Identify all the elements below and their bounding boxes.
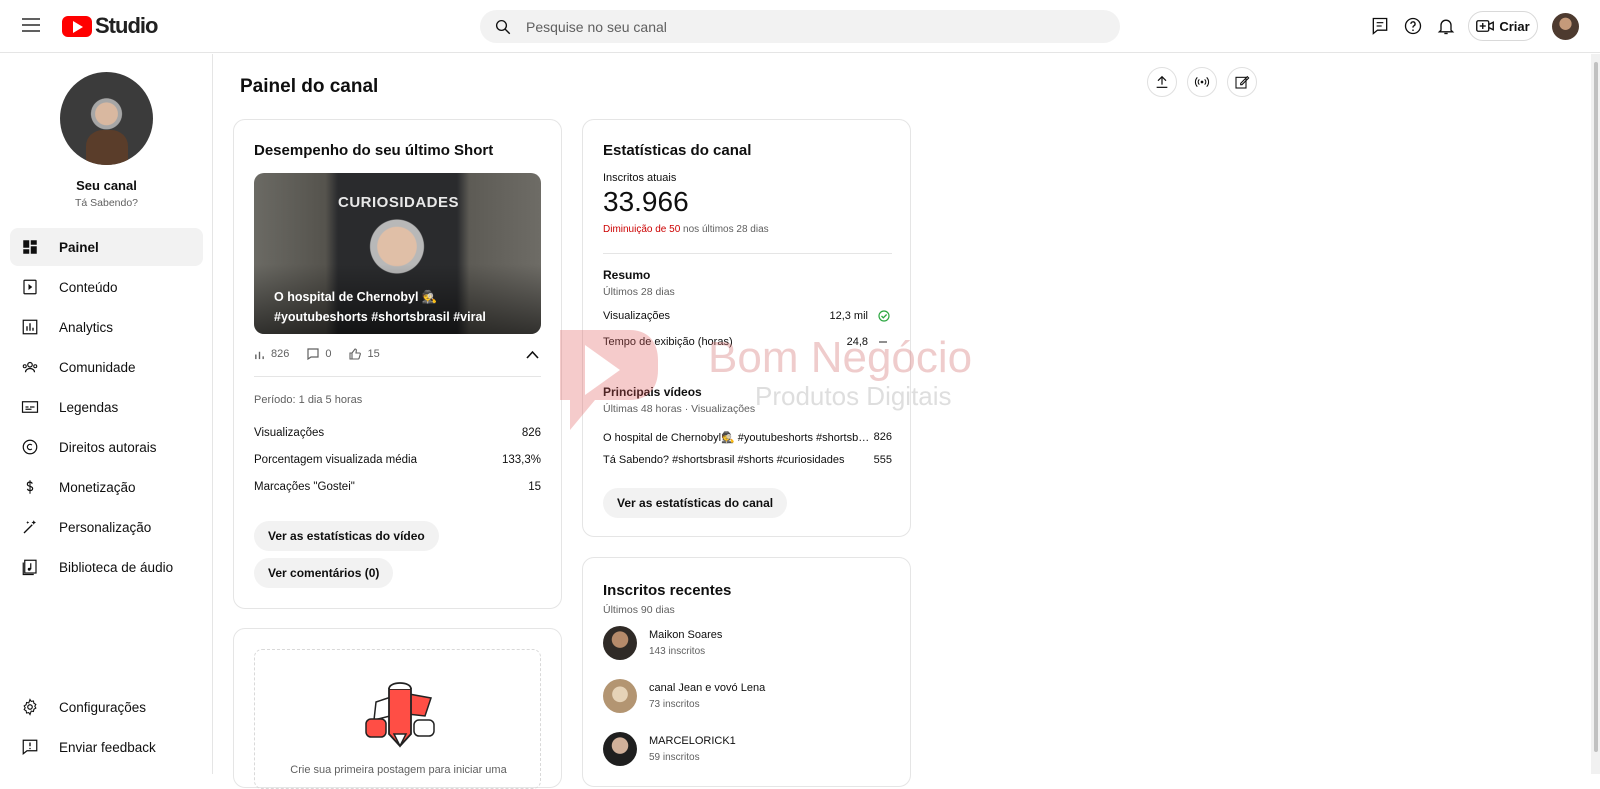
short-performance-card: Desempenho do seu último Short CURIOSIDA… <box>233 119 562 609</box>
top-videos-period: Últimas 48 horas · Visualizações <box>603 403 756 415</box>
sidebar-item-configuracoes[interactable]: Configurações <box>10 688 203 726</box>
check-circle-icon <box>878 310 890 322</box>
go-live-button[interactable] <box>1187 67 1217 97</box>
feedback-icon <box>22 739 38 755</box>
community-icon <box>22 361 38 373</box>
youtube-studio-logo[interactable]: Studio <box>62 13 158 39</box>
top-video-row[interactable]: O hospital de Chernobyl🕵️ #youtubeshorts… <box>603 427 892 447</box>
collapse-chevron-icon[interactable] <box>526 350 539 359</box>
help-icon[interactable] <box>1403 16 1423 36</box>
subs-value: 33.966 <box>603 186 689 217</box>
recent-subs-title: Inscritos recentes <box>603 582 732 599</box>
card-divider <box>254 376 541 377</box>
subtitles-icon <box>21 401 39 413</box>
sidebar-item-conteudo[interactable]: Conteúdo <box>10 268 203 306</box>
notifications-icon[interactable] <box>1436 16 1456 36</box>
subs-change: Diminuição de 50 nos últimos 28 dias <box>603 224 769 235</box>
short-card-title: Desempenho do seu último Short <box>254 142 494 159</box>
account-avatar[interactable] <box>1552 13 1579 40</box>
top-bar: Studio Criar <box>0 0 1600 53</box>
comment-icon <box>307 348 319 360</box>
likes-stat: 15 <box>349 348 380 360</box>
sidebar-item-legendas[interactable]: Legendas <box>10 388 203 426</box>
short-metric-row: Porcentagem visualizada média 133,3% <box>254 454 541 466</box>
sidebar-item-analytics[interactable]: Analytics <box>10 308 203 346</box>
summary-period: Últimos 28 dias <box>603 286 675 298</box>
bar-chart-icon <box>255 351 264 359</box>
subscriber-info: MARCELORICK1 59 inscritos <box>649 735 736 763</box>
subscriber-avatar <box>603 679 637 713</box>
sidebar: Seu canal Tá Sabendo? Painel Conteúdo An… <box>0 54 213 774</box>
copyright-icon <box>22 439 38 455</box>
search-input[interactable] <box>526 18 1086 35</box>
recent-subs-period: Últimos 90 dias <box>603 604 675 616</box>
sidebar-item-monetizacao[interactable]: Monetização <box>10 468 203 506</box>
audio-library-icon <box>22 559 37 576</box>
thumbs-up-icon <box>349 348 362 360</box>
dash-icon <box>879 341 887 343</box>
subscriber-avatar <box>603 626 637 660</box>
youtube-logo-icon <box>62 15 92 37</box>
short-metric-row: Marcações "Gostei" 15 <box>254 481 541 493</box>
summary-row-watchtime: Tempo de exibição (horas) 24,8 <box>603 336 868 348</box>
upload-icon <box>1156 75 1168 88</box>
sidebar-item-painel[interactable]: Painel <box>10 228 203 266</box>
create-post-text: Crie sua primeira postagem para iniciar … <box>290 764 507 776</box>
content-icon <box>23 279 37 295</box>
subscriber-row[interactable]: canal Jean e vovó Lena 73 inscritos <box>603 679 765 713</box>
short-thumbnail[interactable]: CURIOSIDADES O hospital de Chernobyl 🕵️ … <box>254 173 541 334</box>
channel-name: Seu canal <box>76 178 137 193</box>
top-video-row[interactable]: Tá Sabendo? #shortsbrasil #shorts #curio… <box>603 450 892 470</box>
video-stats-button[interactable]: Ver as estatísticas do vídeo <box>254 521 439 551</box>
channel-avatar[interactable] <box>60 72 153 165</box>
sidebar-item-enviar-feedback[interactable]: Enviar feedback <box>10 728 203 766</box>
view-comments-button[interactable]: Ver comentários (0) <box>254 558 394 588</box>
create-post-button[interactable] <box>1227 67 1257 97</box>
subscriber-row[interactable]: MARCELORICK1 59 inscritos <box>603 732 736 766</box>
subscriber-row[interactable]: Maikon Soares 143 inscritos <box>603 626 722 660</box>
views-stat: 826 <box>254 348 289 360</box>
dashboard-icon <box>23 240 37 254</box>
sidebar-item-comunidade[interactable]: Comunidade <box>10 348 203 386</box>
short-period: Período: 1 dia 5 horas <box>254 394 363 406</box>
short-mini-stats: 826 0 15 <box>254 348 398 360</box>
settings-icon <box>23 698 37 716</box>
recent-subscribers-card: Inscritos recentes Últimos 90 dias Maiko… <box>582 557 911 787</box>
monetization-icon <box>26 480 34 494</box>
subscriber-info: Maikon Soares 143 inscritos <box>649 629 723 657</box>
search-icon <box>495 19 511 34</box>
create-video-icon <box>1476 20 1495 32</box>
summary-title: Resumo <box>603 268 651 282</box>
channel-stats-card: Estatísticas do canal Inscritos atuais 3… <box>582 119 911 537</box>
subscriber-info: canal Jean e vovó Lena 73 inscritos <box>649 682 766 710</box>
edit-icon <box>1235 75 1250 89</box>
thumbnail-word: CURIOSIDADES <box>338 194 460 211</box>
create-post-card: Crie sua primeira postagem para iniciar … <box>233 628 562 789</box>
summary-row-views: Visualizações 12,3 mil <box>603 310 868 322</box>
create-button[interactable]: Criar <box>1468 11 1538 41</box>
customization-icon <box>23 520 36 534</box>
menu-icon[interactable] <box>22 18 40 32</box>
upload-button[interactable] <box>1147 67 1177 97</box>
subscriber-avatar <box>603 732 637 766</box>
comments-stat: 0 <box>307 348 331 360</box>
search-bar[interactable] <box>480 10 1120 43</box>
channel-stats-button[interactable]: Ver as estatísticas do canal <box>603 488 788 518</box>
top-videos-title: Principais vídeos <box>603 385 702 399</box>
page-title: Painel do canal <box>240 76 379 97</box>
create-post-illustration-icon <box>365 682 435 748</box>
page-scrollbar-thumb[interactable] <box>1594 62 1598 752</box>
live-icon <box>1194 76 1210 88</box>
stats-card-title: Estatísticas do canal <box>603 142 752 159</box>
channel-handle: Tá Sabendo? <box>74 197 139 209</box>
short-metric-row: Visualizações 826 <box>254 427 541 439</box>
messages-icon[interactable] <box>1370 16 1390 36</box>
short-video-title: O hospital de Chernobyl 🕵️ #youtubeshort… <box>274 290 486 324</box>
subs-label: Inscritos atuais <box>603 172 677 184</box>
sidebar-item-direitos-autorais[interactable]: Direitos autorais <box>10 428 203 466</box>
sidebar-item-biblioteca-de-audio[interactable]: Biblioteca de áudio <box>10 548 203 586</box>
analytics-icon <box>22 319 38 335</box>
sidebar-item-personalizacao[interactable]: Personalização <box>10 508 203 546</box>
card-divider <box>603 253 892 254</box>
